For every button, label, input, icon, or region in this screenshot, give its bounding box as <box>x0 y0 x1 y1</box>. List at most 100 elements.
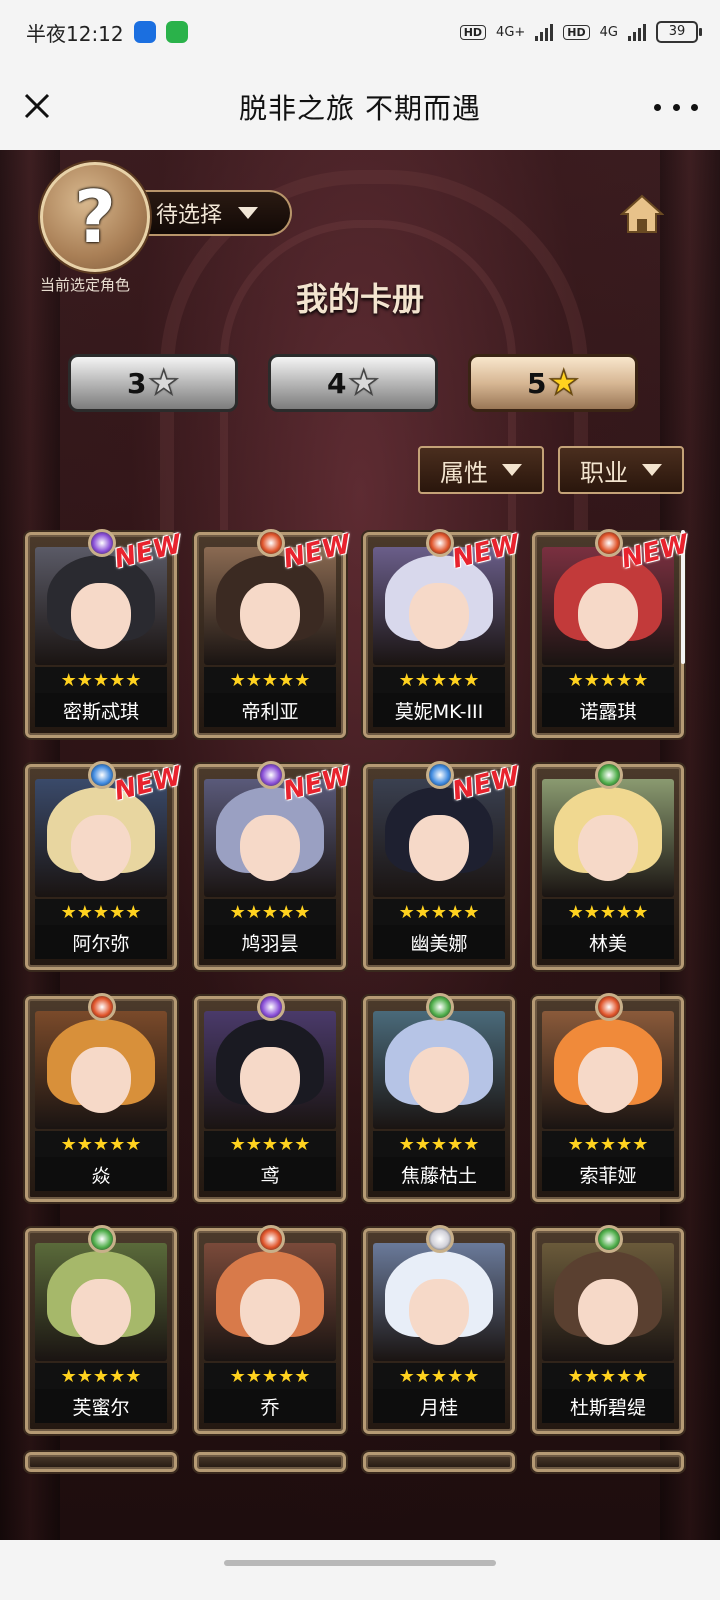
element-gem-icon <box>595 1225 623 1253</box>
character-portrait <box>204 1011 336 1129</box>
character-card-partial[interactable] <box>194 1452 346 1472</box>
rarity-stars: ★★★★★ <box>35 1131 167 1157</box>
character-portrait <box>542 1243 674 1361</box>
character-card[interactable]: ★★★★★ 林美 <box>532 761 684 970</box>
character-portrait <box>35 1011 167 1129</box>
portrait-face <box>71 1279 131 1345</box>
portrait-face <box>240 1047 300 1113</box>
hd-icon-2: HD <box>563 24 590 40</box>
character-card[interactable]: ★★★★★ 焱 <box>25 993 177 1202</box>
character-card[interactable]: NEW ★★★★★ 莫妮MK-III <box>363 529 523 738</box>
character-name: 帝利亚 <box>204 693 336 727</box>
star-tab-number: 3 <box>127 366 147 400</box>
character-name: 莫妮MK-III <box>373 693 505 727</box>
dropdown-arrow-icon <box>502 464 522 476</box>
portrait-face <box>578 1047 638 1113</box>
character-name: 幽美娜 <box>373 925 505 959</box>
star-tab-4[interactable]: 4 ★ <box>268 354 438 412</box>
rarity-stars: ★★★★★ <box>35 1363 167 1389</box>
system-nav-bar <box>0 1540 720 1600</box>
star-tab-number: 5 <box>527 366 547 400</box>
character-card[interactable]: NEW ★★★★★ 诺露琪 <box>532 529 692 738</box>
rarity-stars: ★★★★★ <box>542 1363 674 1389</box>
element-gem-icon <box>426 761 454 789</box>
character-card[interactable]: ★★★★★ 索菲娅 <box>532 993 684 1202</box>
character-name: 月桂 <box>373 1389 505 1423</box>
selected-character-avatar[interactable]: ? <box>40 162 150 272</box>
character-card[interactable]: ★★★★★ 芙蜜尔 <box>25 1225 177 1434</box>
character-card-partial[interactable] <box>25 1452 177 1472</box>
portrait-face <box>71 815 131 881</box>
home-icon[interactable] <box>620 192 664 236</box>
status-left: 半夜12:12 <box>26 18 188 47</box>
rarity-stars: ★★★★★ <box>542 667 674 693</box>
character-name: 索菲娅 <box>542 1157 674 1191</box>
hd-icon: HD <box>459 24 487 40</box>
character-portrait <box>373 1011 505 1129</box>
character-name: 阿尔弥 <box>35 925 167 959</box>
character-card[interactable]: ★★★★★ 月桂 <box>363 1225 515 1434</box>
battery-icon: 39 <box>656 21 702 43</box>
element-gem-icon <box>595 529 623 557</box>
network-type-1: 4G+ <box>496 24 526 40</box>
element-gem-icon <box>595 993 623 1021</box>
element-gem-icon <box>257 761 285 789</box>
job-filter[interactable]: 职业 <box>558 446 684 494</box>
rarity-stars: ★★★★★ <box>373 1131 505 1157</box>
character-name: 乔 <box>204 1389 336 1423</box>
home-gesture-handle[interactable] <box>224 1560 496 1566</box>
rarity-stars: ★★★★★ <box>542 899 674 925</box>
element-gem-icon <box>88 529 116 557</box>
rarity-stars: ★★★★★ <box>373 899 505 925</box>
character-card[interactable]: ★★★★★ 鸢 <box>194 993 346 1202</box>
signal-icon-2 <box>628 23 646 41</box>
attribute-filter[interactable]: 属性 <box>418 446 544 494</box>
portrait-face <box>409 1047 469 1113</box>
portrait-face <box>71 1047 131 1113</box>
character-card[interactable]: NEW ★★★★★ 帝利亚 <box>194 529 354 738</box>
portrait-face <box>409 815 469 881</box>
star-tab-5[interactable]: 5 ★ <box>468 354 638 412</box>
character-card[interactable]: ★★★★★ 杜斯碧缇 <box>532 1225 684 1434</box>
game-area: ? 待选择 当前选定角色 我的卡册 3 ★ 4 ★ 5 ★ 属性 职业 NEW ★★★★★ 密… <box>0 150 720 1540</box>
character-card-partial[interactable] <box>532 1452 684 1472</box>
rarity-stars: ★★★★★ <box>373 1363 505 1389</box>
more-options-icon[interactable] <box>654 92 698 122</box>
character-card[interactable]: NEW ★★★★★ 密斯忒琪 <box>25 529 185 738</box>
character-card-partial[interactable] <box>363 1452 515 1472</box>
character-name: 诺露琪 <box>542 693 674 727</box>
element-gem-icon <box>88 1225 116 1253</box>
rarity-stars: ★★★★★ <box>204 1363 336 1389</box>
element-gem-icon <box>88 993 116 1021</box>
portrait-face <box>240 1279 300 1345</box>
close-icon[interactable] <box>18 87 58 127</box>
character-name: 密斯忒琪 <box>35 693 167 727</box>
character-card[interactable]: ★★★★★ 乔 <box>194 1225 346 1434</box>
element-gem-icon <box>426 993 454 1021</box>
character-card[interactable]: NEW ★★★★★ 幽美娜 <box>363 761 523 970</box>
portrait-face <box>409 1279 469 1345</box>
character-name: 焦藤枯土 <box>373 1157 505 1191</box>
character-portrait <box>542 1011 674 1129</box>
element-gem-icon <box>257 529 285 557</box>
character-portrait <box>373 1243 505 1361</box>
character-portrait <box>35 1243 167 1361</box>
portrait-face <box>71 583 131 649</box>
character-name: 芙蜜尔 <box>35 1389 167 1423</box>
rarity-stars: ★★★★★ <box>204 1131 336 1157</box>
character-card[interactable]: NEW ★★★★★ 鸠羽昙 <box>194 761 354 970</box>
character-card[interactable]: NEW ★★★★★ 阿尔弥 <box>25 761 185 970</box>
network-type-2: 4G <box>599 24 618 40</box>
rarity-stars: ★★★★★ <box>204 899 336 925</box>
portrait-face <box>578 1279 638 1345</box>
portrait-face <box>578 815 638 881</box>
status-bar: 半夜12:12 HD 4G+ HD 4G 39 <box>0 0 720 64</box>
portrait-face <box>409 583 469 649</box>
element-gem-icon <box>426 529 454 557</box>
shield-notification-icon <box>165 21 188 43</box>
character-name: 焱 <box>35 1157 167 1191</box>
dropdown-arrow-icon <box>642 464 662 476</box>
page-title: 脱非之旅 不期而遇 <box>239 92 481 125</box>
character-card[interactable]: ★★★★★ 焦藤枯土 <box>363 993 515 1202</box>
star-tab-3[interactable]: 3 ★ <box>68 354 238 412</box>
